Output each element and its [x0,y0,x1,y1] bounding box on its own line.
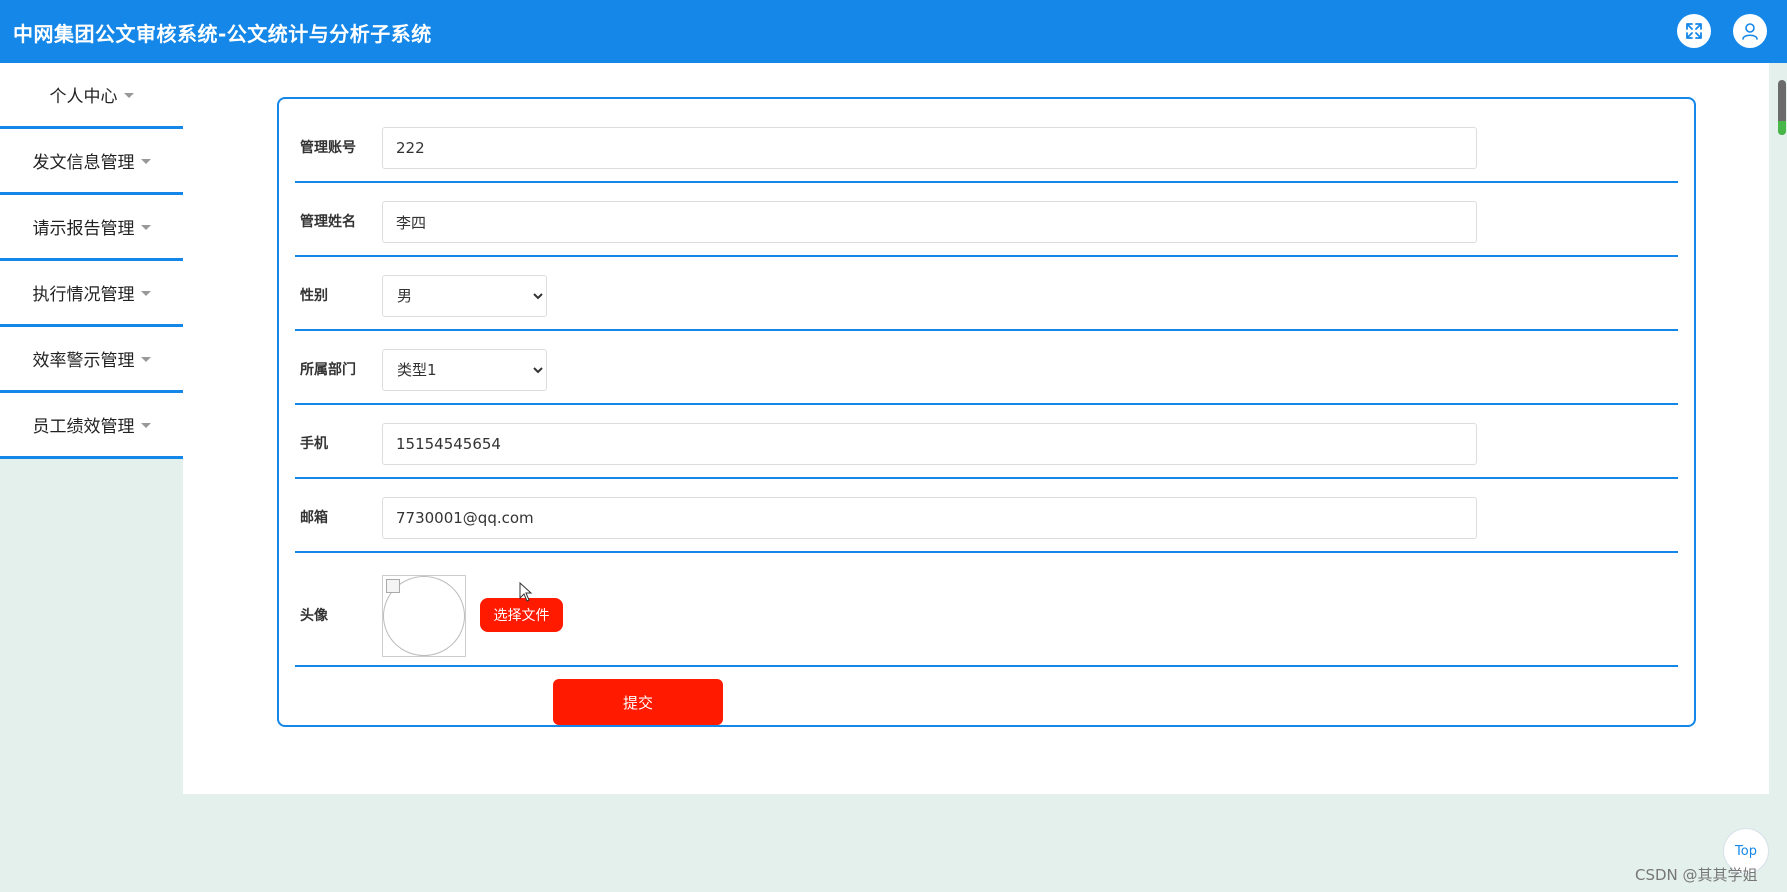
email-input[interactable] [382,497,1477,539]
submit-button[interactable]: 提交 [553,679,723,725]
fullscreen-button[interactable] [1677,14,1711,48]
avatar-label: 头像 [300,608,328,624]
form-row-email: 邮箱 [295,479,1678,553]
caret-down-icon [123,93,134,98]
sidebar-item-label: 个人中心 [49,87,118,107]
caret-down-icon [140,291,151,296]
caret-down-icon [140,225,151,230]
name-label: 管理姓名 [300,214,356,230]
sidebar-item-label: 员工绩效管理 [32,417,135,437]
form-row-department: 所属部门 类型1 [295,331,1678,405]
top-header: 中网集团公文审核系统-公文统计与分析子系统 [0,0,1787,63]
sidebar-item-personal-center[interactable]: 个人中心 [0,63,183,129]
sidebar-item-employee-performance[interactable]: 员工绩效管理 [0,393,183,459]
mouse-pointer-icon [519,582,533,602]
caret-down-icon [140,423,151,428]
watermark-text: CSDN @其其学姐 [1635,866,1758,884]
form-row-gender: 性别 男 [295,257,1678,331]
avatar-preview [382,575,466,657]
gender-select[interactable]: 男 [382,275,547,317]
sidebar-item-label: 请示报告管理 [32,219,135,239]
broken-image-icon [386,579,400,593]
sidebar-item-execution-management[interactable]: 执行情况管理 [0,261,183,327]
account-input[interactable] [382,127,1477,169]
department-select[interactable]: 类型1 [382,349,547,391]
expand-icon [1686,23,1702,39]
sidebar-nav: 个人中心 发文信息管理 请示报告管理 执行情况管理 效率警示管理 员工绩效管理 [0,63,183,459]
email-label: 邮箱 [300,510,328,526]
department-label: 所属部门 [300,362,356,378]
form-row-account: 管理账号 [295,99,1678,183]
profile-form-card: 管理账号 管理姓名 性别 男 所属部门 类型1 手机 邮箱 [277,97,1696,727]
gender-label: 性别 [300,288,328,304]
sidebar-item-document-management[interactable]: 发文信息管理 [0,129,183,195]
choose-file-button[interactable]: 选择文件 [480,598,563,632]
sidebar-item-label: 效率警示管理 [32,351,135,371]
page-scrollbar[interactable] [1778,80,1786,135]
form-row-phone: 手机 [295,405,1678,479]
caret-down-icon [140,357,151,362]
sidebar-item-report-management[interactable]: 请示报告管理 [0,195,183,261]
sidebar-item-label: 执行情况管理 [32,285,135,305]
user-icon [1742,23,1758,40]
name-input[interactable] [382,201,1477,243]
sidebar-item-efficiency-warning[interactable]: 效率警示管理 [0,327,183,393]
scrollbar-accent [1778,121,1786,135]
phone-label: 手机 [300,436,328,452]
app-title: 中网集团公文审核系统-公文统计与分析子系统 [13,22,432,46]
user-menu-button[interactable] [1733,14,1767,48]
sidebar-item-label: 发文信息管理 [32,153,135,173]
form-row-name: 管理姓名 [295,183,1678,257]
caret-down-icon [140,159,151,164]
form-row-avatar: 头像 选择文件 [295,553,1678,667]
account-label: 管理账号 [300,140,356,156]
main-content: 管理账号 管理姓名 性别 男 所属部门 类型1 手机 邮箱 [183,63,1769,794]
phone-input[interactable] [382,423,1477,465]
